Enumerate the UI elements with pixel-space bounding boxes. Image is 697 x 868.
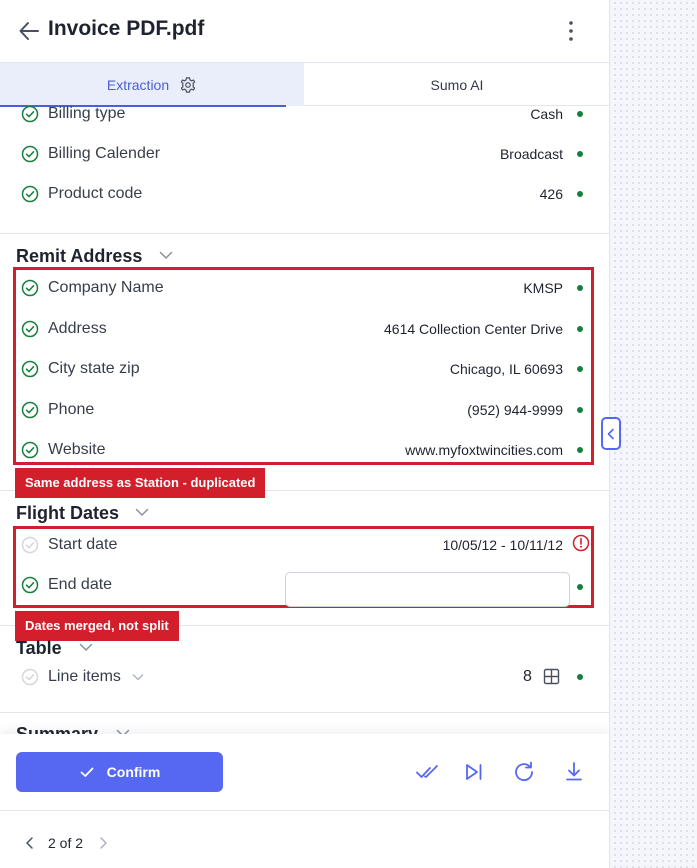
section-divider xyxy=(0,233,609,234)
panel-header: Invoice PDF.pdf xyxy=(0,0,609,62)
section-divider xyxy=(0,712,609,713)
field-website[interactable]: Website www.myfoxtwincities.com xyxy=(0,435,609,465)
check-circle-icon xyxy=(21,145,39,163)
field-value[interactable]: Cash xyxy=(530,106,563,122)
field-label: Phone xyxy=(48,401,95,418)
check-circle-icon xyxy=(21,401,39,419)
check-circle-icon xyxy=(21,536,39,554)
back-arrow-icon[interactable] xyxy=(18,19,40,43)
section-title-remit-address: Remit Address xyxy=(16,246,143,266)
status-dot xyxy=(577,326,583,332)
status-dot xyxy=(577,584,583,590)
status-dot xyxy=(577,407,583,413)
confirm-button-label: Confirm xyxy=(106,764,161,780)
field-billing-calender[interactable]: Billing Calender Broadcast xyxy=(0,139,609,169)
check-circle-icon xyxy=(21,360,39,378)
check-circle-icon xyxy=(21,441,39,459)
chevron-down-icon[interactable] xyxy=(131,670,145,684)
check-circle-icon xyxy=(21,576,39,594)
status-dot xyxy=(577,151,583,157)
status-dot xyxy=(577,674,583,680)
field-label: Billing Calender xyxy=(48,145,161,162)
section-title-summary: Summary xyxy=(16,724,99,734)
field-label: End date xyxy=(48,576,113,593)
document-title: Invoice PDF.pdf xyxy=(48,17,205,40)
annotation-callout-dates-merged: Dates merged, not split xyxy=(15,611,179,641)
page-indicator: 2 of 2 xyxy=(48,835,84,851)
section-title-flight-dates: Flight Dates xyxy=(16,503,120,523)
field-billing-type[interactable]: Billing type Cash xyxy=(0,106,609,129)
check-circle-icon xyxy=(21,668,39,686)
chevron-down-icon[interactable] xyxy=(158,247,174,263)
field-label: Line items xyxy=(48,668,121,685)
field-value[interactable]: 4614 Collection Center Drive xyxy=(384,321,563,337)
check-circle-icon xyxy=(21,279,39,297)
field-end-date[interactable]: End date xyxy=(0,570,609,610)
kebab-menu-icon[interactable] xyxy=(560,18,582,44)
field-value[interactable]: Broadcast xyxy=(500,146,563,162)
skip-icon[interactable] xyxy=(462,760,486,784)
grid-icon[interactable] xyxy=(543,668,560,685)
field-value[interactable]: 426 xyxy=(540,186,563,202)
pagination: 2 of 2 xyxy=(0,810,609,868)
field-label: Website xyxy=(48,441,106,458)
field-label: Start date xyxy=(48,536,118,553)
check-icon xyxy=(80,767,94,777)
section-title-table: Table xyxy=(16,638,62,658)
chevron-down-icon[interactable] xyxy=(78,639,94,655)
tab-sumo-ai-label: Sumo AI xyxy=(430,76,484,93)
line-items-count: 8 xyxy=(523,668,532,685)
check-circle-icon xyxy=(21,185,39,203)
gear-icon[interactable] xyxy=(179,76,197,94)
status-dot xyxy=(577,447,583,453)
field-label: City state zip xyxy=(48,360,140,377)
tab-extraction-label: Extraction xyxy=(106,76,170,93)
download-icon[interactable] xyxy=(562,760,586,784)
refresh-icon[interactable] xyxy=(512,760,536,784)
field-value[interactable]: KMSP xyxy=(523,280,563,296)
field-label: Billing type xyxy=(48,106,126,122)
status-dot xyxy=(577,366,583,372)
field-company-name[interactable]: Company Name KMSP xyxy=(0,273,609,303)
confirm-button[interactable]: Confirm xyxy=(16,752,223,792)
extraction-content[interactable]: Billing type Cash Billing Calender Broad… xyxy=(0,106,609,734)
chevron-right-icon[interactable] xyxy=(95,835,111,851)
collapse-panel-button[interactable] xyxy=(601,417,621,450)
action-footer: Confirm 2 of 2 xyxy=(0,734,609,868)
field-start-date[interactable]: Start date 10/05/12 - 10/11/12 xyxy=(0,530,609,560)
chevron-left-icon[interactable] xyxy=(22,835,38,851)
chevron-down-icon[interactable] xyxy=(134,504,150,520)
warning-icon xyxy=(572,534,590,552)
end-date-input[interactable] xyxy=(285,572,570,607)
field-label: Company Name xyxy=(48,279,164,296)
field-city-state-zip[interactable]: City state zip Chicago, IL 60693 xyxy=(0,354,609,384)
field-label: Address xyxy=(48,320,107,337)
chevron-left-icon xyxy=(607,428,614,440)
field-value[interactable]: www.myfoxtwincities.com xyxy=(405,442,563,458)
field-value[interactable]: 10/05/12 - 10/11/12 xyxy=(443,537,563,553)
chevron-down-icon[interactable] xyxy=(115,725,131,734)
check-circle-icon xyxy=(21,320,39,338)
check-circle-icon xyxy=(21,106,39,123)
status-dot xyxy=(577,111,583,117)
tab-bar: Extraction Sumo AI xyxy=(0,62,609,107)
status-dot xyxy=(577,191,583,197)
status-dot xyxy=(577,285,583,291)
field-product-code[interactable]: Product code 426 xyxy=(0,179,609,209)
extraction-panel: Invoice PDF.pdf Extraction Sumo AI Billi… xyxy=(0,0,610,868)
tab-sumo-ai[interactable]: Sumo AI xyxy=(304,63,609,106)
field-line-items[interactable]: Line items 8 xyxy=(0,662,609,692)
field-phone[interactable]: Phone (952) 944-9999 xyxy=(0,395,609,425)
annotation-callout-duplicate-address: Same address as Station - duplicated xyxy=(15,468,266,498)
field-value[interactable]: (952) 944-9999 xyxy=(467,402,563,418)
double-check-icon[interactable] xyxy=(415,760,439,784)
field-address[interactable]: Address 4614 Collection Center Drive xyxy=(0,314,609,344)
field-label: Product code xyxy=(48,185,143,202)
tab-extraction[interactable]: Extraction xyxy=(0,63,304,107)
field-value[interactable]: Chicago, IL 60693 xyxy=(450,361,563,377)
